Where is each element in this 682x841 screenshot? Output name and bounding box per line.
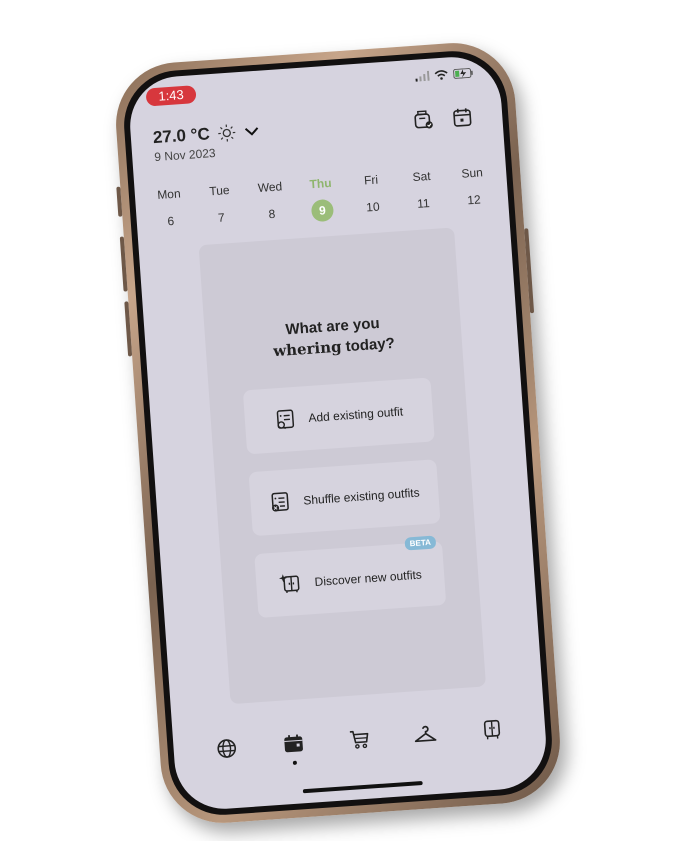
day-fri[interactable]: Fri 10: [349, 172, 396, 220]
day-name: Tue: [208, 182, 231, 199]
bezel: 1:43 27.0 °C 9 Nov 2023 Mon 6 Tue 7 Wed …: [120, 47, 556, 819]
day-name: Mon: [156, 186, 182, 203]
status-icons: [415, 68, 474, 82]
day-date: 9: [310, 198, 335, 223]
status-time: 1:43: [145, 85, 197, 107]
hanger-icon: [415, 725, 437, 743]
outfit-card: What are you whering today? Add existing…: [198, 227, 487, 705]
laundry-basket-check-icon[interactable]: [412, 109, 435, 132]
bottom-tab-bar: [172, 706, 546, 772]
day-name: Fri: [363, 172, 379, 188]
tab-outfits[interactable]: [410, 719, 442, 751]
brand-word: whering: [272, 337, 343, 361]
volume-up-button: [119, 236, 128, 292]
active-tab-indicator: [292, 760, 297, 765]
day-date: 6: [166, 213, 175, 229]
day-name: Wed: [257, 179, 283, 195]
day-thu-selected[interactable]: Thu 9: [298, 175, 345, 223]
power-button: [524, 228, 535, 314]
day-date: 11: [416, 196, 431, 211]
tab-planner-active[interactable]: [277, 728, 309, 765]
day-tue[interactable]: Tue 7: [197, 182, 244, 230]
volume-down-button: [124, 301, 133, 357]
day-wed[interactable]: Wed 8: [248, 179, 295, 227]
day-name: Thu: [309, 175, 332, 192]
mute-switch: [116, 186, 123, 217]
signal-icon: [415, 70, 430, 82]
day-name: Sat: [412, 168, 432, 185]
tab-explore[interactable]: [211, 733, 243, 765]
day-sat[interactable]: Sat 11: [399, 168, 446, 216]
tab-shop[interactable]: [343, 723, 375, 755]
action-label: Discover new outfits: [314, 567, 423, 589]
battery-charging-icon: [453, 68, 473, 79]
add-existing-outfit-button[interactable]: Add existing outfit: [242, 377, 435, 455]
wardrobe-sparkle-icon: [279, 574, 300, 593]
action-label: Shuffle existing outfits: [302, 485, 421, 508]
day-date: 8: [268, 206, 276, 222]
phone-mockup: 1:43 27.0 °C 9 Nov 2023 Mon 6 Tue 7 Wed …: [111, 38, 565, 828]
card-question: What are you whering today?: [204, 307, 462, 367]
chevron-down-icon[interactable]: [243, 125, 260, 138]
globe-icon: [217, 739, 237, 758]
day-sun[interactable]: Sun 12: [450, 164, 497, 212]
temperature: 27.0 °C: [152, 124, 211, 148]
screen: 1:43 27.0 °C 9 Nov 2023 Mon 6 Tue 7 Wed …: [126, 53, 550, 813]
tab-wardrobe[interactable]: [476, 714, 508, 746]
question-rest: today?: [340, 334, 396, 356]
sun-icon: [218, 124, 236, 142]
day-mon[interactable]: Mon 6: [146, 186, 193, 234]
action-label: Add existing outfit: [308, 404, 404, 426]
list-search-icon: [276, 409, 294, 430]
home-indicator[interactable]: [302, 780, 423, 794]
wardrobe-icon: [483, 719, 500, 740]
header-actions: [412, 106, 473, 132]
header: 27.0 °C 9 Nov 2023: [152, 105, 483, 178]
calendar-icon: [283, 734, 303, 753]
day-date: 7: [217, 210, 226, 225]
shuffle-existing-outfits-button[interactable]: Shuffle existing outfits: [248, 459, 441, 537]
calendar-icon[interactable]: [452, 106, 473, 129]
beta-badge: BETA: [404, 535, 437, 551]
discover-new-outfits-button[interactable]: Discover new outfits BETA: [254, 535, 447, 618]
list-shuffle-icon: [271, 492, 289, 512]
status-bar: 1:43: [128, 64, 501, 114]
day-name: Sun: [460, 165, 484, 181]
cart-icon: [349, 730, 369, 749]
day-date: 12: [466, 192, 482, 208]
wifi-icon: [434, 70, 448, 80]
day-date: 10: [365, 199, 381, 215]
